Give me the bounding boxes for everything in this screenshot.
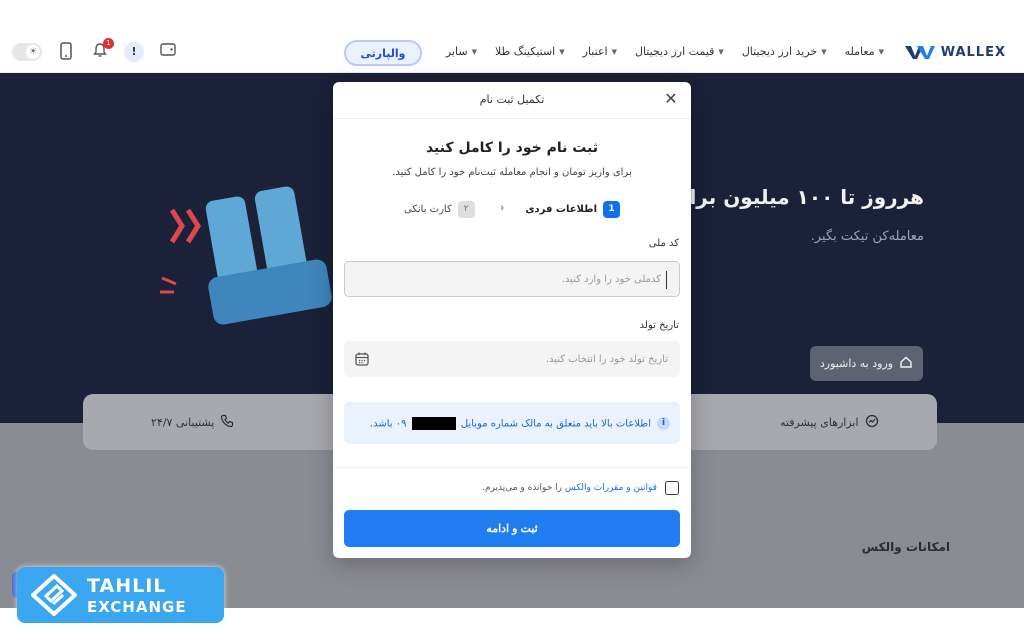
phone-icon bbox=[220, 414, 234, 431]
caret-down-icon: ▼ bbox=[471, 47, 477, 56]
modal-header-title: تکمیل ثبت نام bbox=[479, 93, 545, 106]
info-icon: i bbox=[657, 416, 670, 430]
national-code-label: کد ملی bbox=[648, 238, 679, 249]
watermark-line2: EXCHANGE bbox=[87, 598, 187, 616]
feature-advanced-tools[interactable]: ابزارهای پیشرفته bbox=[780, 414, 879, 431]
mobile-app-icon[interactable] bbox=[56, 42, 76, 62]
hero-title: هرروز تا ۱۰۰ میلیون برای bbox=[671, 185, 924, 209]
menu-crypto-price[interactable]: قیمت ارز دیجیتال ▼ bbox=[635, 45, 724, 58]
caret-down-icon: ▼ bbox=[559, 47, 565, 56]
home-icon bbox=[899, 355, 913, 372]
dashboard-button-label: ورود به داشبورد bbox=[819, 357, 894, 370]
terms-agreement: قوانین و مقررات والکس را خوانده و می‌پذی… bbox=[482, 481, 679, 495]
caret-down-icon: ▼ bbox=[611, 47, 617, 56]
registration-stepper: 1 اطلاعات فردی › ۲ کارت بانکی bbox=[333, 201, 691, 219]
menu-trade[interactable]: معامله ▼ bbox=[845, 45, 884, 58]
menu-other[interactable]: سایر ▼ bbox=[446, 45, 477, 58]
wallex-logo[interactable]: WALLEX bbox=[904, 44, 1006, 60]
submit-continue-button[interactable]: ثبت و ادامه bbox=[344, 510, 680, 547]
main-menu: معامله ▼ خرید ارز دیجیتال ▼ قیمت ارز دیجیت… bbox=[446, 45, 884, 58]
terms-link[interactable]: قوانین و مقررات والکس bbox=[565, 483, 657, 493]
step-bank-card: ۲ کارت بانکی bbox=[404, 201, 475, 218]
hero-subtitle: معامله‌کن تیکت بگیر. bbox=[810, 229, 924, 244]
feature-support-label: پشتیبانی ۲۴/۷ bbox=[151, 416, 215, 429]
wallparty-promo-button[interactable]: والپارتی bbox=[344, 40, 422, 66]
modal-header: تکمیل ثبت نام ✕ bbox=[333, 82, 691, 119]
step-personal-info: 1 اطلاعات فردی bbox=[525, 201, 620, 218]
notification-badge: 1 bbox=[103, 38, 114, 49]
birth-date-label: تاریخ تولد bbox=[639, 320, 679, 331]
notice-text: اطلاعات بالا باید متعلق به مالک شماره مو… bbox=[369, 416, 651, 430]
menu-label: معامله bbox=[844, 45, 875, 58]
menu-label: اعتبار bbox=[582, 45, 608, 58]
step-label: اطلاعات فردی bbox=[525, 204, 597, 215]
close-icon[interactable]: ✕ bbox=[663, 91, 679, 107]
menu-label: قیمت ارز دیجیتال bbox=[634, 45, 715, 58]
complete-registration-modal: تکمیل ثبت نام ✕ ثبت نام خود را کامل کنید… bbox=[333, 82, 691, 558]
modal-title: ثبت نام خود را کامل کنید bbox=[425, 140, 599, 156]
terms-rest: را خوانده و می‌پذیرم. bbox=[482, 483, 562, 493]
top-navbar: WALLEX معامله ▼ خرید ارز دیجیتال ▼ قیمت ار… bbox=[0, 33, 1024, 73]
page: WALLEX معامله ▼ خرید ارز دیجیتال ▼ قیمت ار… bbox=[0, 0, 1024, 640]
notice-text-start: اطلاعات بالا باید متعلق به مالک شماره مو… bbox=[460, 418, 651, 429]
chart-circle-icon bbox=[865, 414, 879, 431]
calendar-icon[interactable] bbox=[354, 351, 370, 367]
step-label: کارت بانکی bbox=[404, 204, 452, 215]
menu-gold-staking[interactable]: استیکینگ طلا ▼ bbox=[495, 45, 565, 58]
dashboard-button[interactable]: ورود به داشبورد bbox=[810, 346, 923, 381]
step-number: ۲ bbox=[457, 201, 475, 218]
redacted-phone-number bbox=[411, 416, 456, 430]
feature-advanced-tools-label: ابزارهای پیشرفته bbox=[780, 416, 859, 429]
nav-icons: ☀ 1 ! bbox=[12, 38, 178, 62]
caret-down-icon: ▼ bbox=[821, 47, 827, 56]
section-title: امکانات والکس bbox=[861, 540, 950, 554]
notice-text-end: ۰۹ باشد. bbox=[369, 418, 407, 429]
birth-date-placeholder: تاریخ تولد خود را انتخاب کنید. bbox=[545, 353, 668, 365]
wallet-icon[interactable] bbox=[158, 42, 178, 62]
theme-toggle[interactable]: ☀ bbox=[12, 43, 42, 61]
menu-label: خرید ارز دیجیتال bbox=[741, 45, 818, 58]
terms-checkbox[interactable] bbox=[665, 481, 679, 495]
ownership-notice: i اطلاعات بالا باید متعلق به مالک شماره … bbox=[344, 402, 680, 444]
menu-label: استیکینگ طلا bbox=[494, 45, 556, 58]
brand-name: WALLEX bbox=[940, 44, 1006, 60]
menu-label: سایر bbox=[445, 45, 468, 58]
notification-bell-icon[interactable]: 1 bbox=[90, 38, 114, 62]
modal-description: برای واریز تومان و انجام معامله ثبت‌نام … bbox=[392, 167, 632, 178]
menu-buy-crypto[interactable]: خرید ارز دیجیتال ▼ bbox=[742, 45, 827, 58]
tahlil-exchange-watermark: TAHLIL EXCHANGE bbox=[17, 567, 224, 623]
caret-down-icon: ▼ bbox=[878, 47, 884, 56]
alert-icon[interactable]: ! bbox=[124, 42, 144, 62]
modal-divider bbox=[333, 467, 691, 468]
watermark-line1: TAHLIL bbox=[87, 575, 167, 597]
sun-icon: ☀ bbox=[26, 45, 40, 59]
national-code-input[interactable]: کدملی خود را وارد کنید. bbox=[344, 261, 680, 297]
tahlil-exchange-logo-icon bbox=[31, 574, 77, 616]
caret-down-icon: ▼ bbox=[718, 47, 724, 56]
step-number: 1 bbox=[603, 201, 620, 218]
feature-support[interactable]: پشتیبانی ۲۴/۷ bbox=[151, 414, 234, 431]
terms-text: قوانین و مقررات والکس را خوانده و می‌پذی… bbox=[482, 483, 657, 493]
wallex-logo-icon bbox=[904, 44, 935, 60]
wallparty-hero-illustration bbox=[160, 186, 332, 325]
national-code-placeholder: کدملی خود را وارد کنید. bbox=[561, 273, 661, 285]
birth-date-input[interactable]: تاریخ تولد خود را انتخاب کنید. bbox=[344, 341, 680, 377]
chevron-left-icon: › bbox=[500, 201, 505, 214]
menu-credit[interactable]: اعتبار ▼ bbox=[583, 45, 617, 58]
text-cursor bbox=[666, 271, 667, 289]
